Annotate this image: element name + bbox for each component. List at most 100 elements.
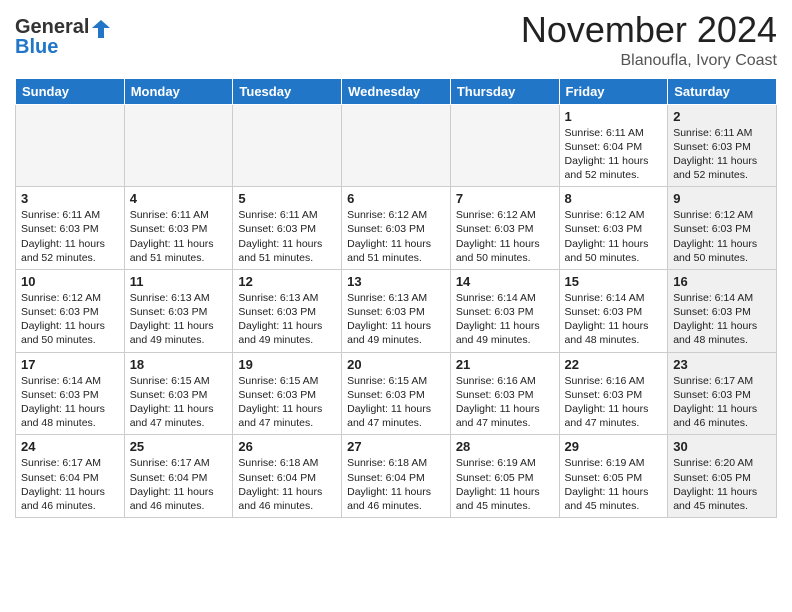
daylight-text: Daylight: 11 hours and 50 minutes. [456, 237, 554, 265]
sunset-text: Sunset: 6:03 PM [565, 222, 663, 236]
sunset-text: Sunset: 6:05 PM [456, 471, 554, 485]
sunrise-text: Sunrise: 6:17 AM [130, 456, 228, 470]
sunset-text: Sunset: 6:03 PM [130, 222, 228, 236]
daylight-text: Daylight: 11 hours and 51 minutes. [347, 237, 445, 265]
sunrise-text: Sunrise: 6:17 AM [673, 374, 771, 388]
calendar-cell: 2Sunrise: 6:11 AMSunset: 6:03 PMDaylight… [668, 104, 777, 187]
daylight-text: Daylight: 11 hours and 45 minutes. [673, 485, 771, 513]
sunset-text: Sunset: 6:03 PM [673, 222, 771, 236]
calendar-cell: 5Sunrise: 6:11 AMSunset: 6:03 PMDaylight… [233, 187, 342, 270]
logo-bird-icon [90, 18, 112, 40]
sunrise-text: Sunrise: 6:19 AM [565, 456, 663, 470]
sunset-text: Sunset: 6:03 PM [673, 140, 771, 154]
daylight-text: Daylight: 11 hours and 48 minutes. [673, 319, 771, 347]
calendar-cell: 1Sunrise: 6:11 AMSunset: 6:04 PMDaylight… [559, 104, 668, 187]
daylight-text: Daylight: 11 hours and 50 minutes. [565, 237, 663, 265]
day-number: 17 [21, 357, 119, 372]
weekday-header-thursday: Thursday [450, 78, 559, 104]
sunset-text: Sunset: 6:03 PM [673, 305, 771, 319]
sunrise-text: Sunrise: 6:17 AM [21, 456, 119, 470]
calendar-cell [16, 104, 125, 187]
day-number: 1 [565, 109, 663, 124]
day-number: 12 [238, 274, 336, 289]
month-title: November 2024 [521, 10, 777, 50]
sunrise-text: Sunrise: 6:15 AM [238, 374, 336, 388]
daylight-text: Daylight: 11 hours and 47 minutes. [238, 402, 336, 430]
sunset-text: Sunset: 6:03 PM [347, 222, 445, 236]
sunset-text: Sunset: 6:03 PM [347, 305, 445, 319]
daylight-text: Daylight: 11 hours and 46 minutes. [21, 485, 119, 513]
calendar-cell: 15 Sunrise: 6:14 AMSunset: 6:03 PMDayligh… [559, 269, 668, 352]
day-number: 15 [565, 274, 663, 289]
header: General Blue November 2024 Blanoufla, Iv… [15, 10, 777, 70]
sunset-text: Sunset: 6:03 PM [456, 388, 554, 402]
sunset-text: Sunset: 6:03 PM [565, 305, 663, 319]
calendar-cell: 6Sunrise: 6:12 AMSunset: 6:03 PMDaylight… [342, 187, 451, 270]
daylight-text: Daylight: 11 hours and 52 minutes. [21, 237, 119, 265]
sunset-text: Sunset: 6:05 PM [565, 471, 663, 485]
day-number: 2 [673, 109, 771, 124]
calendar-week-2: 3Sunrise: 6:11 AMSunset: 6:03 PMDaylight… [16, 187, 777, 270]
calendar-cell: 20Sunrise: 6:15 AMSunset: 6:03 PMDayligh… [342, 352, 451, 435]
title-block: November 2024 Blanoufla, Ivory Coast [521, 10, 777, 70]
sunset-text: Sunset: 6:04 PM [21, 471, 119, 485]
calendar-cell: 18Sunrise: 6:15 AMSunset: 6:03 PMDayligh… [124, 352, 233, 435]
calendar-cell: 14Sunrise: 6:14 AMSunset: 6:03 PMDayligh… [450, 269, 559, 352]
sunset-text: Sunset: 6:04 PM [347, 471, 445, 485]
sunrise-text: Sunrise: 6:18 AM [238, 456, 336, 470]
daylight-text: Daylight: 11 hours and 46 minutes. [238, 485, 336, 513]
day-number: 13 [347, 274, 445, 289]
day-number: 19 [238, 357, 336, 372]
day-number: 14 [456, 274, 554, 289]
daylight-text: Daylight: 11 hours and 45 minutes. [565, 485, 663, 513]
sunset-text: Sunset: 6:03 PM [456, 305, 554, 319]
calendar-cell [124, 104, 233, 187]
sunrise-text: Sunrise: 6:11 AM [238, 208, 336, 222]
sunrise-text: Sunrise: 6:18 AM [347, 456, 445, 470]
day-number: 27 [347, 439, 445, 454]
sunset-text: Sunset: 6:03 PM [238, 222, 336, 236]
calendar-cell: 16Sunrise: 6:14 AMSunset: 6:03 PMDayligh… [668, 269, 777, 352]
daylight-text: Daylight: 11 hours and 46 minutes. [130, 485, 228, 513]
sunrise-text: Sunrise: 6:15 AM [130, 374, 228, 388]
daylight-text: Daylight: 11 hours and 49 minutes. [130, 319, 228, 347]
daylight-text: Daylight: 11 hours and 48 minutes. [565, 319, 663, 347]
sunrise-text: Sunrise: 6:14 AM [673, 291, 771, 305]
sunrise-text: Sunrise: 6:12 AM [347, 208, 445, 222]
sunrise-text: Sunrise: 6:19 AM [456, 456, 554, 470]
sunset-text: Sunset: 6:03 PM [21, 222, 119, 236]
calendar-cell: 8Sunrise: 6:12 AMSunset: 6:03 PMDaylight… [559, 187, 668, 270]
day-number: 24 [21, 439, 119, 454]
calendar-cell: 13 Sunrise: 6:13 AMSunset: 6:03 PMDayligh… [342, 269, 451, 352]
calendar-cell: 7 Sunrise: 6:12 AMSunset: 6:03 PMDaylight… [450, 187, 559, 270]
calendar-cell [450, 104, 559, 187]
sunrise-text: Sunrise: 6:14 AM [565, 291, 663, 305]
daylight-text: Daylight: 11 hours and 50 minutes. [21, 319, 119, 347]
sunrise-text: Sunrise: 6:11 AM [21, 208, 119, 222]
calendar-cell: 12Sunrise: 6:13 AMSunset: 6:03 PMDayligh… [233, 269, 342, 352]
sunset-text: Sunset: 6:03 PM [456, 222, 554, 236]
weekday-header-tuesday: Tuesday [233, 78, 342, 104]
daylight-text: Daylight: 11 hours and 49 minutes. [347, 319, 445, 347]
sunset-text: Sunset: 6:03 PM [21, 305, 119, 319]
daylight-text: Daylight: 11 hours and 47 minutes. [130, 402, 228, 430]
sunset-text: Sunset: 6:04 PM [130, 471, 228, 485]
sunrise-text: Sunrise: 6:15 AM [347, 374, 445, 388]
sunrise-text: Sunrise: 6:12 AM [456, 208, 554, 222]
day-number: 7 [456, 191, 554, 206]
day-number: 28 [456, 439, 554, 454]
daylight-text: Daylight: 11 hours and 47 minutes. [565, 402, 663, 430]
calendar-week-4: 17Sunrise: 6:14 AMSunset: 6:03 PMDayligh… [16, 352, 777, 435]
day-number: 20 [347, 357, 445, 372]
day-number: 26 [238, 439, 336, 454]
sunset-text: Sunset: 6:04 PM [565, 140, 663, 154]
calendar-cell: 29Sunrise: 6:19 AMSunset: 6:05 PMDayligh… [559, 435, 668, 518]
sunset-text: Sunset: 6:03 PM [673, 388, 771, 402]
day-number: 11 [130, 274, 228, 289]
daylight-text: Daylight: 11 hours and 45 minutes. [456, 485, 554, 513]
sunrise-text: Sunrise: 6:12 AM [21, 291, 119, 305]
daylight-text: Daylight: 11 hours and 49 minutes. [456, 319, 554, 347]
calendar-cell: 28 Sunrise: 6:19 AMSunset: 6:05 PMDayligh… [450, 435, 559, 518]
sunrise-text: Sunrise: 6:13 AM [347, 291, 445, 305]
day-number: 23 [673, 357, 771, 372]
